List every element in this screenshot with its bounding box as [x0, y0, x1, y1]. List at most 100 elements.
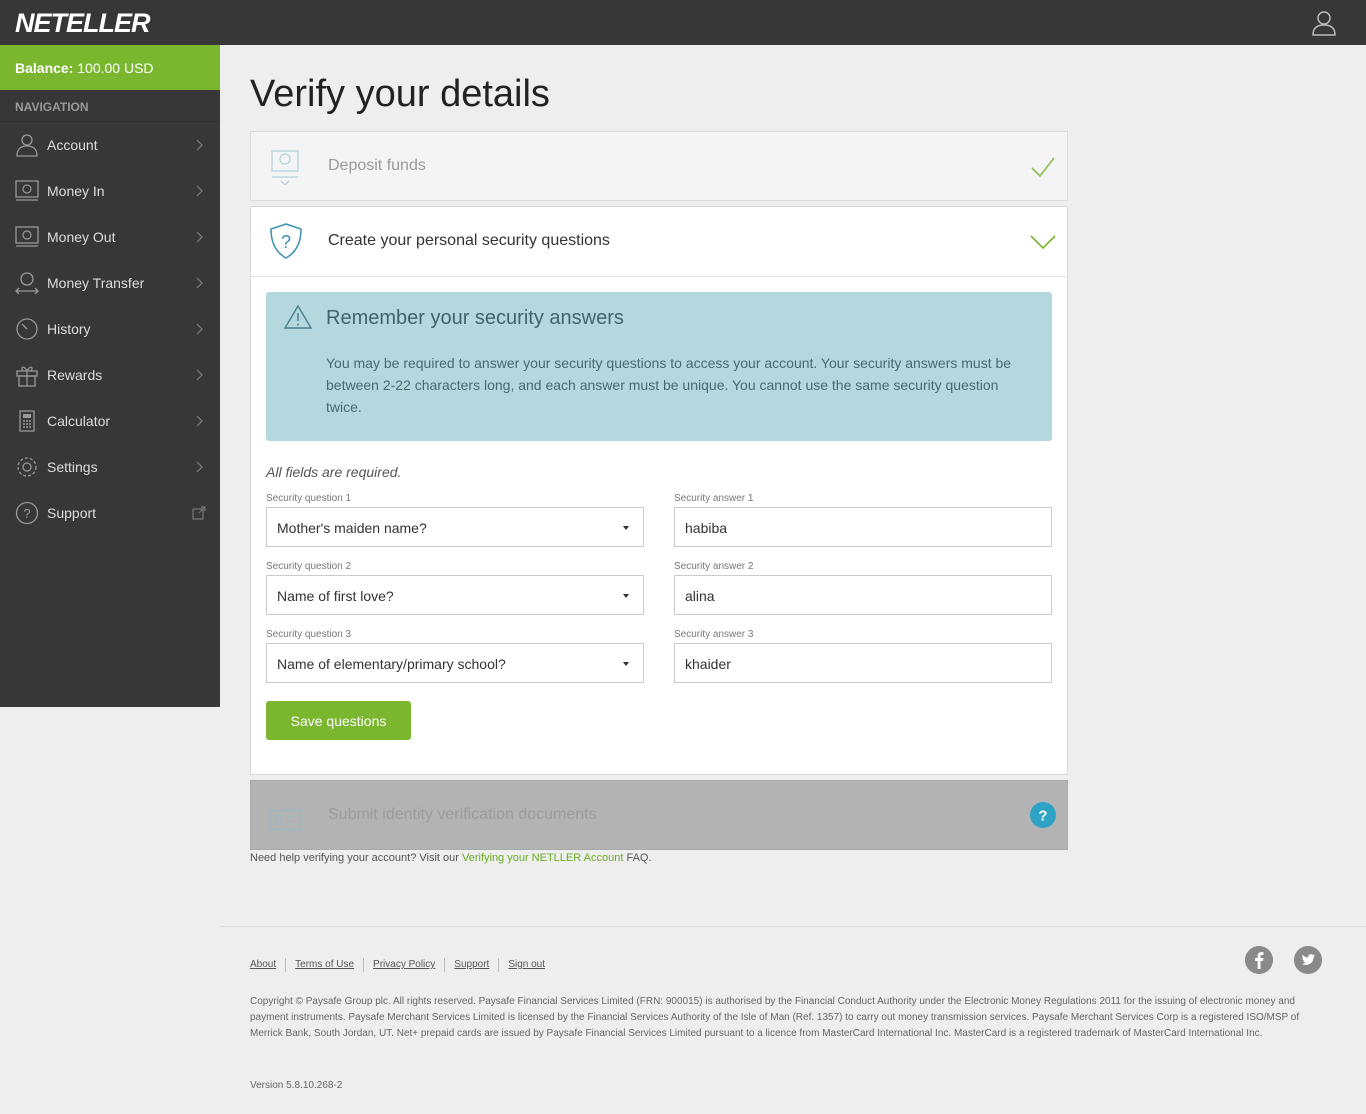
security-alert: Remember your security answers You may b… [266, 292, 1052, 441]
sidebar-item-support[interactable]: ? Support [0, 490, 220, 536]
security-question-1-label: Security question 1 [266, 493, 352, 504]
copyright-text: Copyright © Paysafe Group plc. All right… [250, 996, 1300, 1039]
chevron-right-icon [196, 323, 203, 335]
sidebar-item-calculator[interactable]: Calculator [0, 398, 220, 444]
chevron-down-icon [1030, 235, 1056, 250]
calculator-icon [19, 410, 35, 432]
facebook-icon[interactable] [1245, 946, 1273, 974]
footer-links: About Terms of Use Privacy Policy Suppor… [250, 958, 554, 972]
footer-link-about[interactable]: About [250, 958, 285, 972]
shield-question-icon: ? [270, 223, 302, 259]
sidebar-item-label: Calculator [47, 413, 111, 429]
help-icon[interactable]: ? [1029, 801, 1057, 829]
save-questions-button[interactable]: Save questions [266, 701, 411, 740]
sidebar-item-history[interactable]: History [0, 306, 220, 352]
help-suffix: FAQ. [623, 852, 652, 864]
svg-text:?: ? [1038, 808, 1047, 825]
sidebar-item-account[interactable]: Account [0, 122, 220, 168]
footer-link-support[interactable]: Support [444, 958, 498, 972]
sidebar-item-label: Money In [47, 183, 105, 199]
sidebar-item-money-transfer[interactable]: Money Transfer [0, 260, 220, 306]
sidebar-item-label: Settings [47, 459, 98, 475]
chevron-right-icon [196, 185, 203, 197]
chevron-right-icon [196, 369, 203, 381]
balance-label: Balance: [15, 60, 74, 76]
security-question-1-select[interactable]: Mother's maiden name? [266, 507, 644, 547]
balance-value: 100.00 USD [77, 60, 154, 76]
step-submit-documents: Submit identity verification documents ? [250, 780, 1068, 850]
select-value: Name of elementary/primary school? [277, 656, 506, 672]
deposit-icon [271, 150, 299, 185]
sidebar-item-settings[interactable]: Settings [0, 444, 220, 490]
help-text: Need help verifying your account? Visit … [250, 852, 652, 864]
money-transfer-icon [15, 272, 39, 295]
security-question-3-select[interactable]: Name of elementary/primary school? [266, 643, 644, 683]
select-value: Name of first love? [277, 588, 394, 604]
sidebar-item-label: History [47, 321, 91, 337]
security-answer-1-label: Security answer 1 [674, 493, 754, 504]
external-link-icon [192, 506, 206, 520]
footer-link-sign-out[interactable]: Sign out [498, 958, 554, 972]
sidebar-item-money-out[interactable]: Money Out [0, 214, 220, 260]
neteller-logo[interactable]: NETELLER [15, 8, 151, 39]
sidebar-item-label: Money Out [47, 229, 116, 245]
money-out-icon [15, 226, 39, 247]
sidebar-item-label: Money Transfer [47, 275, 145, 291]
money-in-icon [15, 180, 39, 201]
chevron-right-icon [196, 461, 203, 473]
step-deposit-funds[interactable]: Deposit funds [250, 131, 1068, 201]
sidebar-item-label: Support [47, 505, 97, 521]
version-text: Version 5.8.10.268-2 [250, 1080, 343, 1091]
divider [251, 276, 1067, 277]
help-icon: ? [15, 501, 39, 525]
id-card-icon [269, 809, 301, 831]
svg-text:?: ? [281, 232, 291, 252]
select-value: Mother's maiden name? [277, 520, 427, 536]
chevron-right-icon [196, 415, 203, 427]
page-title: Verify your details [250, 73, 550, 115]
caret-down-icon [623, 594, 629, 598]
user-icon[interactable] [1312, 10, 1336, 36]
security-question-3-label: Security question 3 [266, 629, 352, 640]
user-icon [16, 134, 38, 157]
step-title: Create your personal security questions [328, 232, 610, 249]
security-question-2-label: Security question 2 [266, 561, 352, 572]
footer-divider [220, 926, 1366, 927]
checkmark-icon [1031, 157, 1055, 178]
top-bar: NETELLER [0, 0, 1366, 45]
step-security-questions: ? Create your personal security question… [250, 206, 1068, 775]
security-answer-2-label: Security answer 2 [674, 561, 754, 572]
warning-icon [283, 304, 313, 329]
security-answer-1-input[interactable]: habiba [674, 507, 1052, 547]
alert-body: You may be required to answer your secur… [326, 355, 1012, 415]
step-header[interactable]: ? Create your personal security question… [251, 207, 1067, 276]
security-answer-2-input[interactable]: alina [674, 575, 1052, 615]
alert-title: Remember your security answers [326, 307, 624, 329]
gift-icon [16, 366, 38, 387]
verification-faq-link[interactable]: Verifying your NETLLER Account [462, 852, 623, 864]
footer-link-terms[interactable]: Terms of Use [285, 958, 363, 972]
caret-down-icon [623, 526, 629, 530]
sidebar-item-money-in[interactable]: Money In [0, 168, 220, 214]
twitter-icon[interactable] [1294, 946, 1322, 974]
footer-link-privacy[interactable]: Privacy Policy [363, 958, 444, 972]
step-title: Deposit funds [328, 157, 426, 174]
sidebar-item-label: Account [47, 137, 98, 153]
sidebar-item-rewards[interactable]: Rewards [0, 352, 220, 398]
chevron-right-icon [196, 231, 203, 243]
step-title: Submit identity verification documents [328, 806, 597, 823]
chevron-right-icon [196, 277, 203, 289]
caret-down-icon [623, 662, 629, 666]
security-answer-3-label: Security answer 3 [674, 629, 754, 640]
security-question-2-select[interactable]: Name of first love? [266, 575, 644, 615]
balance-bar: Balance: 100.00 USD [0, 45, 220, 90]
sidebar-item-label: Rewards [47, 367, 103, 383]
svg-text:?: ? [23, 506, 30, 521]
history-icon [16, 318, 38, 340]
gear-icon [17, 457, 37, 477]
help-prefix: Need help verifying your account? Visit … [250, 852, 462, 864]
security-answer-3-input[interactable]: khaider [674, 643, 1052, 683]
nav-heading: NAVIGATION [0, 90, 220, 122]
sidebar: Balance: 100.00 USD NAVIGATION Account M… [0, 45, 220, 707]
chevron-right-icon [196, 139, 203, 151]
